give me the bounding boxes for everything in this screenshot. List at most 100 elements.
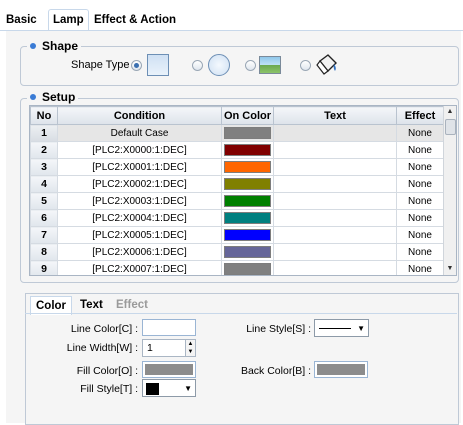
table-row[interactable]: 4 [PLC2:X0002:1:DEC] None bbox=[30, 175, 444, 193]
shape-bucket-radio[interactable] bbox=[300, 60, 311, 71]
on-color-cell[interactable] bbox=[221, 141, 274, 159]
shape-picture-radio[interactable] bbox=[245, 60, 256, 71]
column-header-text[interactable]: Text bbox=[273, 106, 397, 125]
fill-color-label: Fill Color[O] : bbox=[76, 365, 138, 377]
on-color-cell[interactable] bbox=[221, 226, 274, 244]
text-cell[interactable] bbox=[273, 243, 397, 261]
on-color-cell[interactable] bbox=[221, 158, 274, 176]
bullet-icon bbox=[30, 94, 36, 100]
on-color-cell[interactable] bbox=[221, 243, 274, 261]
column-header-no[interactable]: No bbox=[30, 106, 58, 125]
condition-cell[interactable]: [PLC2:X0005:1:DEC] bbox=[57, 226, 222, 244]
spin-up-icon[interactable]: ▲ bbox=[185, 340, 195, 348]
tab-lamp[interactable]: Lamp bbox=[48, 9, 89, 31]
column-header-condition[interactable]: Condition bbox=[57, 106, 222, 125]
table-row[interactable]: 6 [PLC2:X0004:1:DEC] None bbox=[30, 209, 444, 227]
tab-effect-action[interactable]: Effect & Action bbox=[90, 10, 180, 30]
condition-cell[interactable]: [PLC2:X0007:1:DEC] bbox=[57, 260, 222, 275]
column-header-effect[interactable]: Effect bbox=[396, 106, 444, 125]
setup-title-text: Setup bbox=[42, 90, 76, 104]
shape-square-radio[interactable] bbox=[131, 60, 142, 71]
row-number-cell[interactable]: 4 bbox=[30, 175, 58, 193]
tab-text[interactable]: Text bbox=[80, 296, 103, 314]
line-style-label: Line Style[S] : bbox=[246, 323, 311, 335]
square-shape-icon[interactable] bbox=[147, 54, 169, 76]
chevron-down-icon: ▼ bbox=[357, 324, 365, 333]
circle-shape-icon[interactable] bbox=[208, 54, 230, 76]
row-number-cell[interactable]: 5 bbox=[30, 192, 58, 210]
on-color-cell[interactable] bbox=[221, 260, 274, 275]
tab-effect[interactable]: Effect bbox=[116, 296, 148, 314]
picture-shape-icon[interactable] bbox=[259, 56, 281, 74]
row-number-cell[interactable]: 9 bbox=[30, 260, 58, 275]
on-color-cell[interactable] bbox=[221, 192, 274, 210]
text-cell[interactable] bbox=[273, 175, 397, 193]
line-color-picker[interactable] bbox=[142, 319, 196, 336]
effect-cell[interactable]: None bbox=[396, 243, 444, 261]
table-row[interactable]: 5 [PLC2:X0003:1:DEC] None bbox=[30, 192, 444, 210]
condition-cell[interactable]: Default Case bbox=[57, 124, 222, 142]
scroll-down-icon[interactable]: ▼ bbox=[444, 263, 456, 275]
text-cell[interactable] bbox=[273, 192, 397, 210]
setup-table: No Condition On Color Text Effect 1 Defau… bbox=[29, 105, 457, 276]
effect-cell[interactable]: None bbox=[396, 260, 444, 275]
scroll-thumb[interactable] bbox=[445, 119, 456, 135]
condition-cell[interactable]: [PLC2:X0006:1:DEC] bbox=[57, 243, 222, 261]
condition-cell[interactable]: [PLC2:X0004:1:DEC] bbox=[57, 209, 222, 227]
row-number-cell[interactable]: 1 bbox=[30, 124, 58, 142]
on-color-cell[interactable] bbox=[221, 209, 274, 227]
text-cell[interactable] bbox=[273, 209, 397, 227]
on-color-cell[interactable] bbox=[221, 124, 274, 142]
table-row[interactable]: 1 Default Case None bbox=[30, 124, 444, 142]
text-cell[interactable] bbox=[273, 158, 397, 176]
scroll-up-icon[interactable]: ▲ bbox=[444, 106, 456, 118]
line-width-label: Line Width[W] : bbox=[66, 342, 138, 354]
color-swatch bbox=[224, 144, 271, 156]
effect-cell[interactable]: None bbox=[396, 175, 444, 193]
line-style-dropdown[interactable]: ▼ bbox=[314, 319, 369, 337]
effect-cell[interactable]: None bbox=[396, 209, 444, 227]
table-row[interactable]: 3 [PLC2:X0001:1:DEC] None bbox=[30, 158, 444, 176]
table-row[interactable]: 7 [PLC2:X0005:1:DEC] None bbox=[30, 226, 444, 244]
table-row[interactable]: 8 [PLC2:X0006:1:DEC] None bbox=[30, 243, 444, 261]
row-number-cell[interactable]: 3 bbox=[30, 158, 58, 176]
shape-type-label: Shape Type : bbox=[71, 59, 136, 71]
color-swatch bbox=[224, 161, 271, 173]
text-cell[interactable] bbox=[273, 141, 397, 159]
table-scrollbar[interactable]: ▲ ▼ bbox=[443, 106, 456, 275]
row-number-cell[interactable]: 2 bbox=[30, 141, 58, 159]
color-swatch bbox=[224, 229, 271, 241]
effect-cell[interactable]: None bbox=[396, 226, 444, 244]
row-number-cell[interactable]: 6 bbox=[30, 209, 58, 227]
text-cell[interactable] bbox=[273, 260, 397, 275]
color-swatch bbox=[224, 178, 271, 190]
color-swatch bbox=[224, 246, 271, 258]
condition-cell[interactable]: [PLC2:X0002:1:DEC] bbox=[57, 175, 222, 193]
fill-style-dropdown[interactable]: ▼ bbox=[142, 379, 196, 397]
line-width-stepper[interactable]: 1 ▲ ▼ bbox=[142, 339, 196, 357]
on-color-cell[interactable] bbox=[221, 175, 274, 193]
color-swatch bbox=[224, 195, 271, 207]
text-cell[interactable] bbox=[273, 226, 397, 244]
property-tab-divider bbox=[25, 313, 457, 314]
spin-down-icon[interactable]: ▼ bbox=[185, 348, 195, 356]
table-row[interactable]: 2 [PLC2:X0000:1:DEC] None bbox=[30, 141, 444, 159]
effect-cell[interactable]: None bbox=[396, 141, 444, 159]
text-cell[interactable] bbox=[273, 124, 397, 142]
row-number-cell[interactable]: 8 bbox=[30, 243, 58, 261]
effect-cell[interactable]: None bbox=[396, 158, 444, 176]
effect-cell[interactable]: None bbox=[396, 124, 444, 142]
bullet-icon bbox=[30, 43, 36, 49]
back-color-picker[interactable] bbox=[314, 361, 368, 378]
condition-cell[interactable]: [PLC2:X0000:1:DEC] bbox=[57, 141, 222, 159]
effect-cell[interactable]: None bbox=[396, 192, 444, 210]
row-number-cell[interactable]: 7 bbox=[30, 226, 58, 244]
table-row[interactable]: 9 [PLC2:X0007:1:DEC] None bbox=[30, 260, 444, 275]
column-header-on-color[interactable]: On Color bbox=[221, 106, 274, 125]
tab-basic[interactable]: Basic bbox=[2, 10, 41, 30]
fill-color-picker[interactable] bbox=[142, 361, 196, 378]
paint-bucket-icon[interactable] bbox=[314, 51, 340, 77]
condition-cell[interactable]: [PLC2:X0003:1:DEC] bbox=[57, 192, 222, 210]
condition-cell[interactable]: [PLC2:X0001:1:DEC] bbox=[57, 158, 222, 176]
shape-circle-radio[interactable] bbox=[192, 60, 203, 71]
